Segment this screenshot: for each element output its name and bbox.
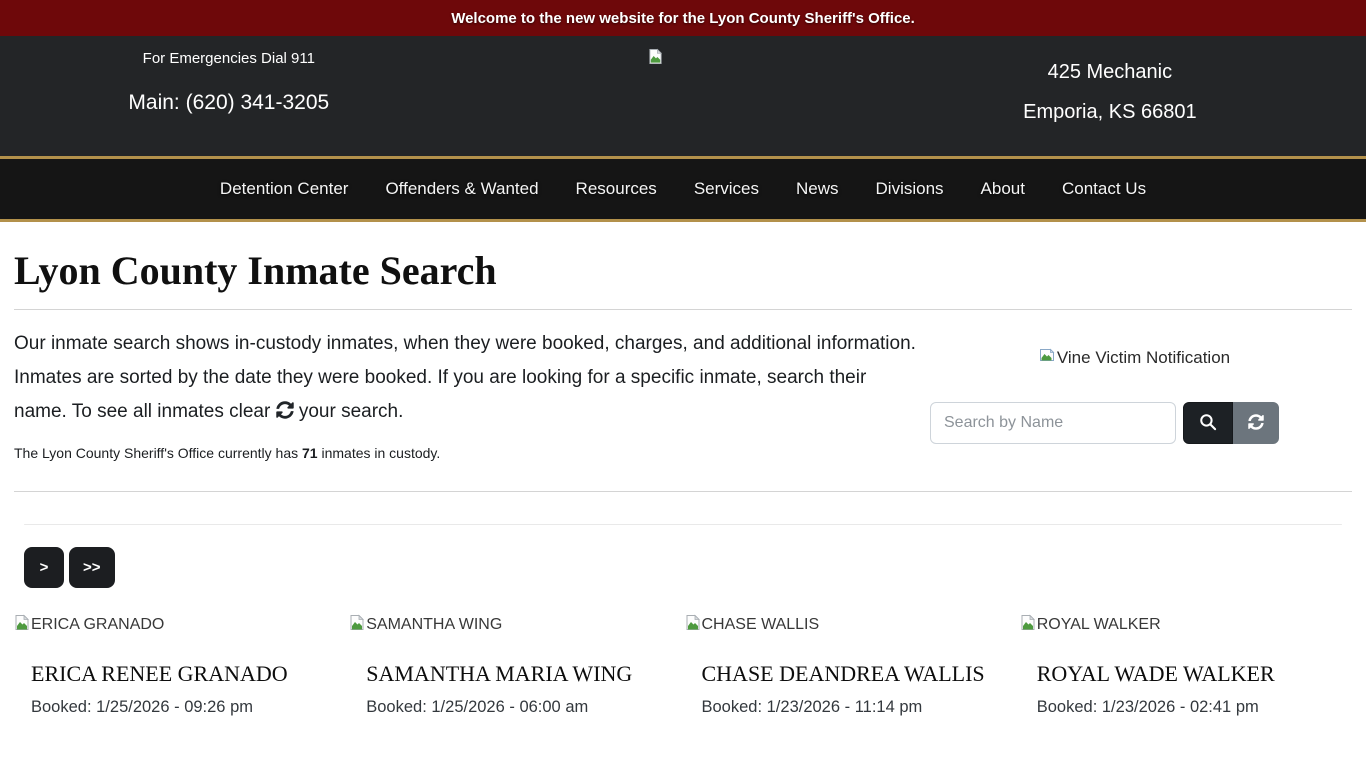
welcome-banner-text: Welcome to the new website for the Lyon …	[451, 9, 915, 27]
inmate-photo-alt-text: CHASE WALLIS	[701, 616, 820, 633]
inmate-booked-date: Booked: 1/25/2026 - 06:00 am	[366, 698, 589, 716]
nav-item-offenders-wanted[interactable]: Offenders & Wanted	[385, 179, 538, 199]
inmate-booked-date: Booked: 1/23/2026 - 11:14 pm	[701, 698, 923, 716]
welcome-banner: Welcome to the new website for the Lyon …	[0, 0, 1366, 36]
search-column: Vine Victim Notification	[917, 327, 1352, 461]
inmate-photo-alt-text: ERICA GRANADO	[31, 616, 165, 633]
pagination: > >>	[24, 547, 1352, 588]
custody-count-line: The Lyon County Sheriff's Office current…	[14, 445, 441, 461]
inmate-name[interactable]: SAMANTHA MARIA WING	[366, 661, 681, 687]
refresh-icon[interactable]	[275, 397, 294, 431]
header-logo-block	[458, 36, 854, 156]
emergency-text: For Emergencies Dial 911	[142, 50, 315, 67]
intro-paragraph: Our inmate search shows in-custody inmat…	[14, 327, 917, 431]
phone-number[interactable]: Main: (620) 341-3205	[128, 91, 329, 115]
header-contact-block: For Emergencies Dial 911 Main: (620) 341…	[0, 36, 458, 156]
inmate-list: ERICA GRANADO ERICA RENEE GRANADO Booked…	[14, 614, 1352, 717]
custody-count: 71	[302, 445, 318, 461]
header-address-block: 425 Mechanic Emporia, KS 66801	[854, 36, 1366, 156]
inmate-photo-placeholder[interactable]: SAMANTHA WING	[349, 614, 681, 636]
vine-victim-notification-link[interactable]: Vine Victim Notification	[930, 347, 1339, 368]
broken-image-icon	[349, 614, 365, 636]
nav-item-resources[interactable]: Resources	[576, 179, 657, 199]
inmate-card[interactable]: CHASE WALLIS CHASE DEANDREA WALLIS Booke…	[684, 614, 1017, 717]
nav-item-about[interactable]: About	[981, 179, 1025, 199]
clear-search-button[interactable]	[1233, 402, 1279, 444]
intro-text-before: Our inmate search shows in-custody inmat…	[14, 333, 916, 422]
broken-image-icon	[1039, 347, 1055, 368]
intro-text-after: your search.	[293, 401, 404, 422]
inmate-photo-placeholder[interactable]: ERICA GRANADO	[14, 614, 346, 636]
broken-image-icon[interactable]	[648, 48, 663, 70]
inmate-photo-placeholder[interactable]: ROYAL WALKER	[1020, 614, 1352, 636]
divider-under-title	[14, 309, 1352, 310]
inmate-booked-date: Booked: 1/23/2026 - 02:41 pm	[1036, 698, 1259, 716]
inmate-name[interactable]: CHASE DEANDREA WALLIS	[702, 661, 1017, 687]
main-nav: Detention Center Offenders & Wanted Reso…	[0, 156, 1366, 222]
search-button[interactable]	[1183, 402, 1233, 444]
site-header: For Emergencies Dial 911 Main: (620) 341…	[0, 36, 1366, 156]
inmate-search-bar	[930, 402, 1339, 444]
list-container-top-border	[24, 524, 1342, 525]
inmate-card[interactable]: ERICA GRANADO ERICA RENEE GRANADO Booked…	[14, 614, 347, 717]
address-line1: 425 Mechanic	[1047, 61, 1173, 83]
refresh-icon	[1248, 413, 1264, 433]
nav-item-contact-us[interactable]: Contact Us	[1062, 179, 1146, 199]
last-page-button[interactable]: >>	[69, 547, 115, 588]
inmate-card[interactable]: SAMANTHA WING SAMANTHA MARIA WING Booked…	[349, 614, 682, 717]
nav-item-detention-center[interactable]: Detention Center	[220, 179, 349, 199]
next-page-button[interactable]: >	[24, 547, 64, 588]
nav-item-services[interactable]: Services	[694, 179, 759, 199]
vine-label: Vine Victim Notification	[1056, 347, 1231, 367]
inmate-card[interactable]: ROYAL WALKER ROYAL WADE WALKER Booked: 1…	[1019, 614, 1352, 717]
inmate-photo-placeholder[interactable]: CHASE WALLIS	[685, 614, 1017, 636]
inmate-name[interactable]: ERICA RENEE GRANADO	[31, 661, 346, 687]
address-line2: Emporia, KS 66801	[1023, 101, 1197, 123]
broken-image-icon	[1020, 614, 1036, 636]
inmate-photo-alt-text: SAMANTHA WING	[366, 616, 503, 633]
search-icon	[1199, 413, 1217, 434]
inmate-booked-date: Booked: 1/25/2026 - 09:26 pm	[31, 698, 253, 716]
nav-item-news[interactable]: News	[796, 179, 839, 199]
inmate-photo-alt-text: ROYAL WALKER	[1036, 616, 1161, 633]
divider-above-list	[14, 491, 1352, 492]
broken-image-icon	[685, 614, 701, 636]
main-content: Lyon County Inmate Search Our inmate sea…	[0, 247, 1366, 717]
intro-column: Our inmate search shows in-custody inmat…	[14, 327, 917, 461]
inmate-name[interactable]: ROYAL WADE WALKER	[1037, 661, 1352, 687]
search-input[interactable]	[930, 402, 1176, 444]
nav-item-divisions[interactable]: Divisions	[876, 179, 944, 199]
broken-image-icon	[14, 614, 30, 636]
page-title: Lyon County Inmate Search	[14, 248, 497, 293]
